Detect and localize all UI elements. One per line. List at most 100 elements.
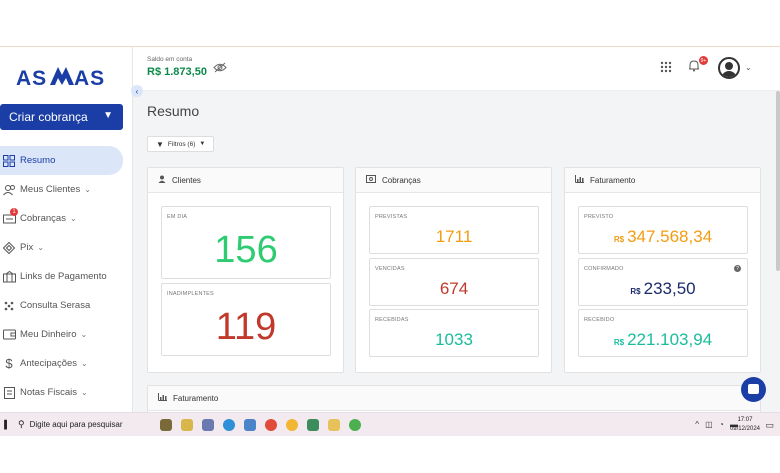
sidebar-item-consulta-serasa[interactable]: Consulta Serasa bbox=[0, 291, 133, 320]
recebidas-label: RECEBIDAS bbox=[375, 317, 409, 323]
sidebar-item-pix[interactable]: Pix ⌄ bbox=[0, 233, 133, 262]
notification-center-icon[interactable]: ▭ bbox=[765, 420, 774, 431]
sidebar-item-label: Consulta Serasa bbox=[20, 300, 91, 311]
sidebar-item-meus-clientes[interactable]: Meus Clientes ⌄ bbox=[0, 175, 133, 204]
faturamento-title: Faturamento bbox=[590, 175, 636, 185]
explorer-icon[interactable] bbox=[328, 418, 340, 431]
taskbar-apps bbox=[142, 418, 361, 431]
page-title: Resumo bbox=[147, 103, 200, 119]
task-view-icon[interactable] bbox=[160, 418, 172, 431]
sidebar-item-meu-dinheiro[interactable]: Meu Dinheiro ⌄ bbox=[0, 320, 133, 349]
apps-grid-icon[interactable] bbox=[660, 61, 672, 76]
mail-icon[interactable] bbox=[244, 418, 256, 431]
recebidas-box[interactable]: RECEBIDAS 1033 bbox=[369, 309, 539, 357]
pix-icon bbox=[2, 241, 16, 255]
eye-off-icon[interactable] bbox=[213, 62, 227, 76]
previsto-amount: 347.568,34 bbox=[627, 227, 713, 246]
sidebar-item-antecipacoes[interactable]: $ Antecipações ⌄ bbox=[0, 349, 133, 378]
taskbar-search[interactable]: ⚲ Digite aqui para pesquisar bbox=[14, 413, 142, 437]
recebido-label: RECEBIDO bbox=[584, 317, 615, 323]
faturamento-card: Faturamento PREVISTO R$ 347.568,34 CONFIR… bbox=[564, 167, 761, 373]
previsto-box[interactable]: PREVISTO R$ 347.568,34 bbox=[578, 206, 748, 254]
clock-date: 09/12/2024 bbox=[729, 426, 760, 432]
chevron-down-icon: ⌄ bbox=[81, 359, 88, 368]
filter-icon: ▼ bbox=[156, 139, 164, 149]
sidebar-item-label: Meus Clientes bbox=[20, 184, 81, 195]
chevron-down-icon: ⌄ bbox=[37, 243, 44, 252]
dollar-icon: $ bbox=[5, 356, 13, 371]
vencidas-box[interactable]: VENCIDAS 674 bbox=[369, 258, 539, 306]
avatar[interactable] bbox=[718, 57, 740, 79]
chevron-down-icon: ⌄ bbox=[80, 330, 88, 339]
sidebar: AS AS Criar cobrança ▼ Resumo Meus Clien… bbox=[0, 47, 133, 413]
pin-icon[interactable] bbox=[307, 418, 319, 431]
sidebar-item-notas-fiscais[interactable]: Notas Fiscais ⌄ bbox=[0, 378, 133, 407]
chevron-down-icon: ⌄ bbox=[81, 388, 88, 397]
page-scrollbar[interactable] bbox=[776, 91, 780, 271]
inadimplentes-value: 119 bbox=[215, 306, 277, 348]
em-dia-box[interactable]: EM DIA 156 bbox=[161, 206, 331, 279]
windows-start-icon[interactable]: ▌ bbox=[0, 413, 14, 437]
cobrancas-card: Cobranças PREVISTAS 1711 VENCIDAS 674 RE… bbox=[355, 167, 552, 373]
currency-symbol: R$ bbox=[613, 235, 625, 244]
sidebar-item-label: Notas Fiscais bbox=[20, 387, 78, 398]
grid-icon bbox=[2, 154, 16, 168]
recebidas-value: 1033 bbox=[435, 330, 473, 349]
topbar: Saldo em conta R$ 1.873,50 9+ ⌄ bbox=[133, 47, 780, 91]
create-charge-button[interactable]: Criar cobrança ▼ bbox=[0, 104, 123, 130]
faturamento-bottom-title: Faturamento bbox=[173, 393, 219, 403]
sidebar-item-label: Meu Dinheiro bbox=[20, 329, 77, 340]
main-content: Resumo ▼ Filtros (6) ▼ Clientes EM DIA 1… bbox=[133, 91, 780, 425]
store-icon[interactable] bbox=[202, 418, 214, 431]
confirmado-label: CONFIRMADO bbox=[584, 266, 624, 272]
cobrancas-card-header: Cobranças bbox=[356, 168, 551, 193]
sidebar-item-label: Resumo bbox=[20, 155, 56, 166]
collapse-sidebar-button[interactable]: ‹ bbox=[131, 85, 143, 97]
chrome-profile-icon[interactable] bbox=[349, 418, 361, 431]
avatar-head bbox=[725, 62, 733, 70]
svg-text:AS: AS bbox=[74, 67, 105, 90]
sidebar-item-resumo[interactable]: Resumo bbox=[0, 146, 123, 175]
inadimplentes-label: INADIMPLENTES bbox=[167, 291, 214, 297]
currency-symbol: R$ bbox=[630, 287, 641, 296]
folder-icon[interactable] bbox=[181, 418, 193, 431]
previstas-value: 1711 bbox=[435, 227, 473, 246]
chrome-alt-icon[interactable] bbox=[286, 418, 298, 431]
clientes-title: Clientes bbox=[172, 175, 201, 185]
serasa-icon bbox=[2, 299, 16, 313]
vencidas-label: VENCIDAS bbox=[375, 266, 405, 272]
previstas-box[interactable]: PREVISTAS 1711 bbox=[369, 206, 539, 254]
chrome-icon[interactable] bbox=[265, 418, 277, 431]
sidebar-item-links-pagamento[interactable]: Links de Pagamento bbox=[0, 262, 133, 291]
bar-chart-icon bbox=[158, 393, 167, 403]
inadimplentes-box[interactable]: INADIMPLENTES 119 bbox=[161, 283, 331, 356]
em-dia-label: EM DIA bbox=[167, 214, 188, 220]
money-icon bbox=[366, 175, 376, 185]
sidebar-item-label: Antecipações bbox=[20, 358, 78, 369]
previsto-value: R$ 347.568,34 bbox=[579, 227, 747, 247]
windows-taskbar: ▌ ⚲ Digite aqui para pesquisar ^ ◫ ◔ ▬ 1… bbox=[0, 412, 780, 436]
faturamento-bottom-header: Faturamento bbox=[148, 386, 760, 411]
chevron-down-icon: ⌄ bbox=[84, 185, 91, 194]
recebido-box[interactable]: RECEBIDO R$ 221.103,94 bbox=[578, 309, 748, 357]
chat-icon bbox=[748, 384, 759, 394]
chevron-down-icon: ⌄ bbox=[69, 214, 77, 223]
balance-value: R$ 1.873,50 bbox=[147, 66, 207, 78]
edge-icon[interactable] bbox=[223, 418, 235, 431]
cobrancas-badge: 1 bbox=[10, 208, 18, 216]
help-icon[interactable]: ? bbox=[734, 265, 741, 272]
confirmado-box[interactable]: CONFIRMADO ? R$ 233,50 bbox=[578, 258, 748, 306]
chat-button[interactable] bbox=[741, 377, 766, 402]
filters-button[interactable]: ▼ Filtros (6) ▼ bbox=[147, 136, 215, 152]
previsto-label: PREVISTO bbox=[584, 214, 614, 220]
taskbar-search-placeholder: Digite aqui para pesquisar bbox=[29, 420, 123, 429]
clientes-card-header: Clientes bbox=[148, 168, 343, 193]
sidebar-item-label: Cobranças bbox=[20, 213, 66, 224]
taskbar-clock[interactable]: 17:07 09/12/2024 bbox=[730, 416, 760, 434]
recebido-amount: 221.103,94 bbox=[627, 330, 713, 349]
confirmado-amount: 233,50 bbox=[643, 279, 696, 298]
chevron-down-icon[interactable]: ⌄ bbox=[745, 63, 752, 72]
sidebar-item-cobrancas[interactable]: 1 Cobranças ⌄ bbox=[0, 204, 133, 233]
sidebar-nav: Resumo Meus Clientes ⌄ 1 Cobranças ⌄ Pix… bbox=[0, 146, 133, 407]
asaas-logo[interactable]: AS AS bbox=[15, 61, 105, 91]
